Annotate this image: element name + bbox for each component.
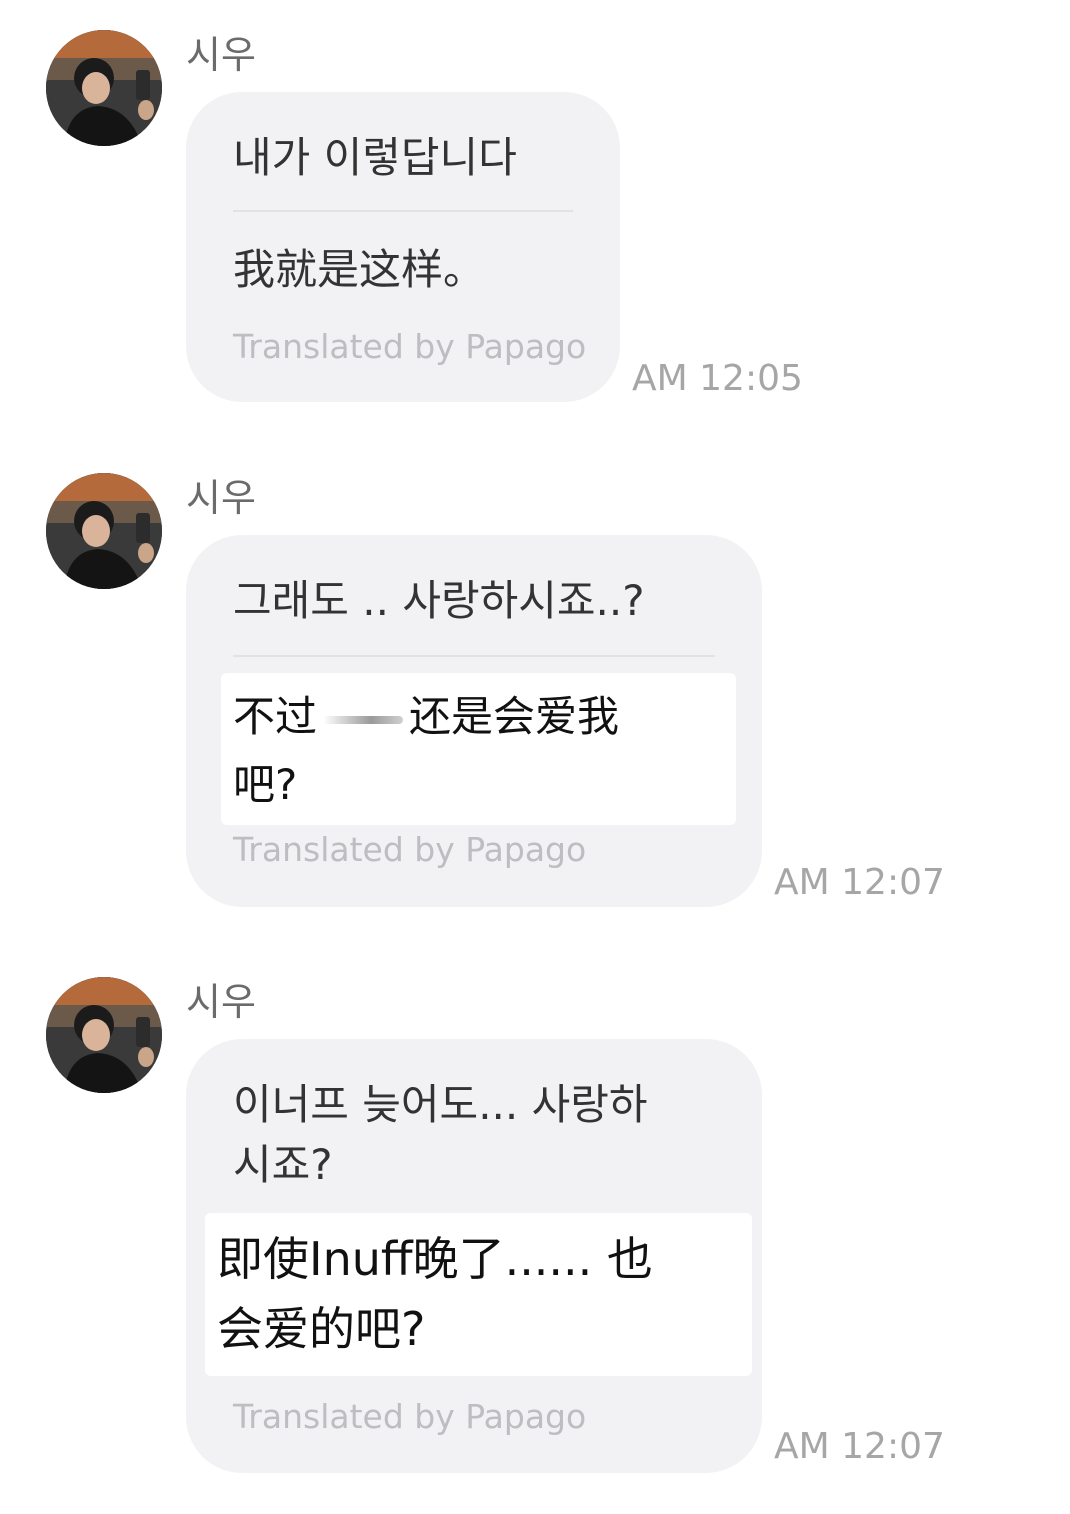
original-text: 내가 이렇답니다 <box>233 133 517 182</box>
divider <box>233 210 573 212</box>
chat-message: 시우 내가 이렇답니다 我就是这样。 Translated by Papago … <box>0 0 1070 420</box>
divider <box>233 655 715 657</box>
timestamp: AM 12:07 <box>774 862 945 903</box>
timestamp: AM 12:05 <box>632 358 803 399</box>
message-bubble[interactable]: 그래도 .. 사랑하시죠..? 不过 还是会爱我 吧? Translated by… <box>186 535 762 907</box>
message-bubble[interactable]: 이너프 늦어도... 사랑하 시죠? 即使Inuff晚了...... 也 会爱的… <box>186 1039 762 1473</box>
translated-text-line: 即使Inuff晚了...... 也 <box>217 1232 653 1286</box>
message-bubble[interactable]: 내가 이렇답니다 我就是这样。 Translated by Papago <box>186 92 620 402</box>
translation-credit: Translated by Papago <box>233 327 587 366</box>
translation-highlight: 即使Inuff晚了...... 也 会爱的吧? <box>205 1213 752 1376</box>
translation-highlight: 不过 还是会爱我 吧? <box>221 673 736 825</box>
redacted-mark <box>323 715 404 724</box>
translated-text-line: 会爱的吧? <box>217 1302 426 1356</box>
profile-photo-icon <box>46 30 162 146</box>
avatar[interactable] <box>46 473 162 589</box>
chat-message: 시우 이너프 늦어도... 사랑하 시죠? 即使Inuff晚了...... 也 … <box>0 947 1070 1487</box>
profile-photo-icon <box>46 473 162 589</box>
sender-name: 시우 <box>186 476 256 520</box>
translation-credit: Translated by Papago <box>233 830 587 869</box>
sender-name: 시우 <box>186 980 256 1024</box>
profile-photo-icon <box>46 977 162 1093</box>
translated-text: 不过 还是会爱我 <box>233 687 619 747</box>
chat-message: 시우 그래도 .. 사랑하시죠..? 不过 还是会爱我 吧? Translated… <box>0 443 1070 923</box>
avatar[interactable] <box>46 977 162 1093</box>
original-text-line: 시죠? <box>233 1140 333 1189</box>
translation-credit: Translated by Papago <box>233 1397 587 1436</box>
original-text: 그래도 .. 사랑하시죠..? <box>233 576 645 625</box>
timestamp: AM 12:07 <box>774 1426 945 1467</box>
translated-text-part: 不过 <box>233 692 318 741</box>
avatar[interactable] <box>46 30 162 146</box>
translated-text-line: 吧? <box>233 760 298 809</box>
translated-text: 我就是这样。 <box>233 245 486 294</box>
original-text-line: 이너프 늦어도... 사랑하 <box>233 1080 648 1129</box>
translated-text-part: 还是会爱我 <box>409 692 620 741</box>
sender-name: 시우 <box>186 33 256 77</box>
